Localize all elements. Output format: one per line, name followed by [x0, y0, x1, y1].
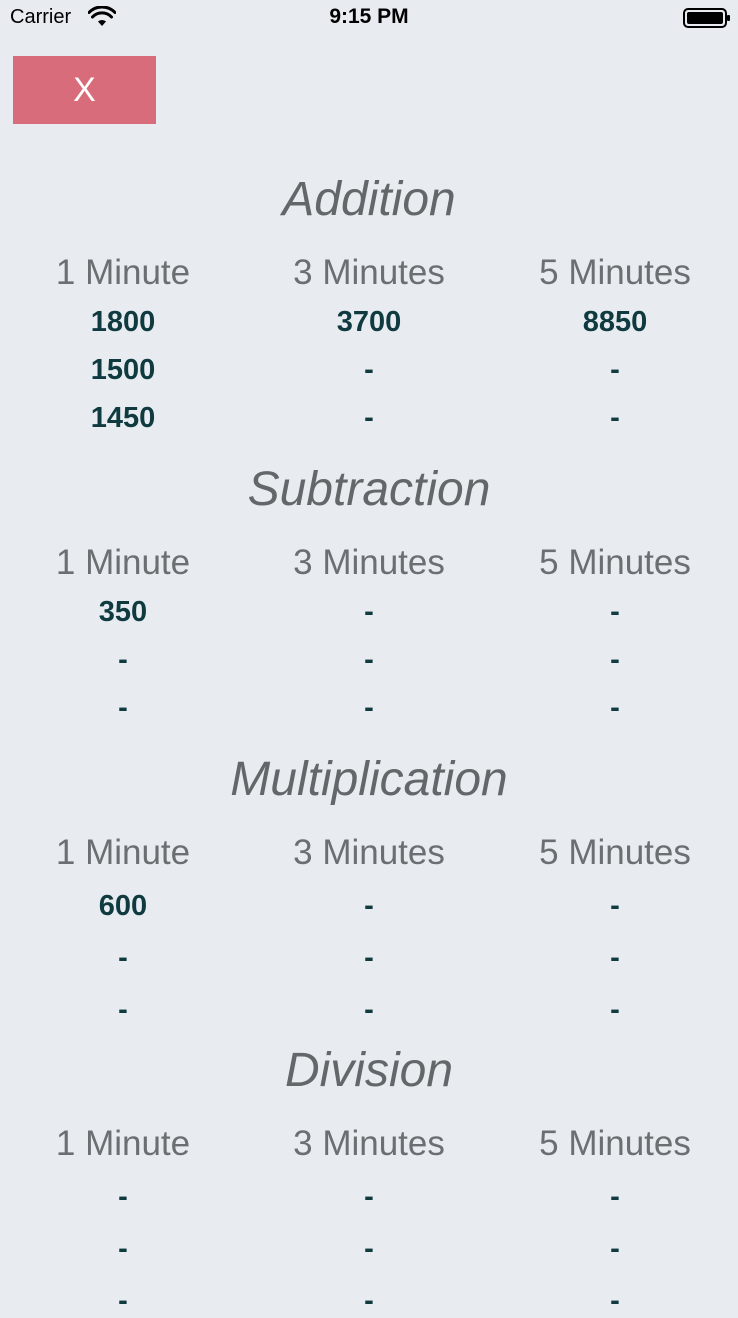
- score-cell: -: [610, 354, 620, 386]
- score-cell: -: [610, 692, 620, 724]
- score-cell: 1500: [90, 354, 156, 386]
- score-cell: -: [364, 596, 374, 628]
- score-cell: -: [118, 692, 128, 724]
- score-cell: -: [610, 1285, 620, 1317]
- score-cell: -: [364, 692, 374, 724]
- score-cell: -: [364, 942, 374, 974]
- column-header: 1 Minute: [55, 543, 191, 582]
- score-cell: -: [364, 994, 374, 1026]
- score-cell: 1800: [90, 306, 156, 338]
- score-cell: -: [610, 1233, 620, 1265]
- score-cell: -: [364, 1285, 374, 1317]
- column-header: 3 Minutes: [293, 543, 445, 582]
- section-title-addition: Addition: [282, 173, 456, 226]
- score-cell: -: [610, 942, 620, 974]
- score-cell: -: [118, 942, 128, 974]
- score-cell: -: [364, 354, 374, 386]
- section-title-subtraction: Subtraction: [247, 463, 491, 516]
- close-button[interactable]: X: [13, 56, 156, 124]
- score-cell: -: [610, 644, 620, 676]
- column-header: 5 Minutes: [539, 833, 691, 872]
- score-cell: -: [610, 1181, 620, 1213]
- score-cell: -: [364, 1233, 374, 1265]
- score-cell: -: [118, 994, 128, 1026]
- section-title-multiplication: Multiplication: [230, 753, 508, 806]
- status-time: 9:15 PM: [329, 5, 409, 28]
- score-cell: 8850: [582, 306, 648, 338]
- column-header: 3 Minutes: [293, 253, 445, 292]
- column-header: 1 Minute: [55, 1124, 191, 1163]
- score-cell: 600: [98, 890, 148, 922]
- score-cell: 1450: [90, 402, 156, 434]
- score-cell: -: [364, 402, 374, 434]
- score-cell: -: [610, 890, 620, 922]
- column-header: 5 Minutes: [539, 543, 691, 582]
- score-cell: -: [118, 1181, 128, 1213]
- score-cell: -: [118, 644, 128, 676]
- column-header: 5 Minutes: [539, 253, 691, 292]
- score-cell: -: [364, 644, 374, 676]
- battery-icon: [683, 8, 730, 28]
- status-bar: Carrier 9:15 PM: [0, 0, 738, 36]
- column-header: 1 Minute: [55, 833, 191, 872]
- score-cell: -: [610, 596, 620, 628]
- section-title-division: Division: [284, 1044, 454, 1097]
- score-cell: 3700: [336, 306, 402, 338]
- score-cell: -: [364, 1181, 374, 1213]
- column-header: 1 Minute: [55, 253, 191, 292]
- score-cell: -: [610, 402, 620, 434]
- score-cell: -: [610, 994, 620, 1026]
- column-header: 3 Minutes: [293, 833, 445, 872]
- column-header: 3 Minutes: [293, 1124, 445, 1163]
- score-cell: -: [118, 1233, 128, 1265]
- score-cell: -: [364, 890, 374, 922]
- score-cell: 350: [98, 596, 148, 628]
- score-cell: -: [118, 1285, 128, 1317]
- column-header: 5 Minutes: [539, 1124, 691, 1163]
